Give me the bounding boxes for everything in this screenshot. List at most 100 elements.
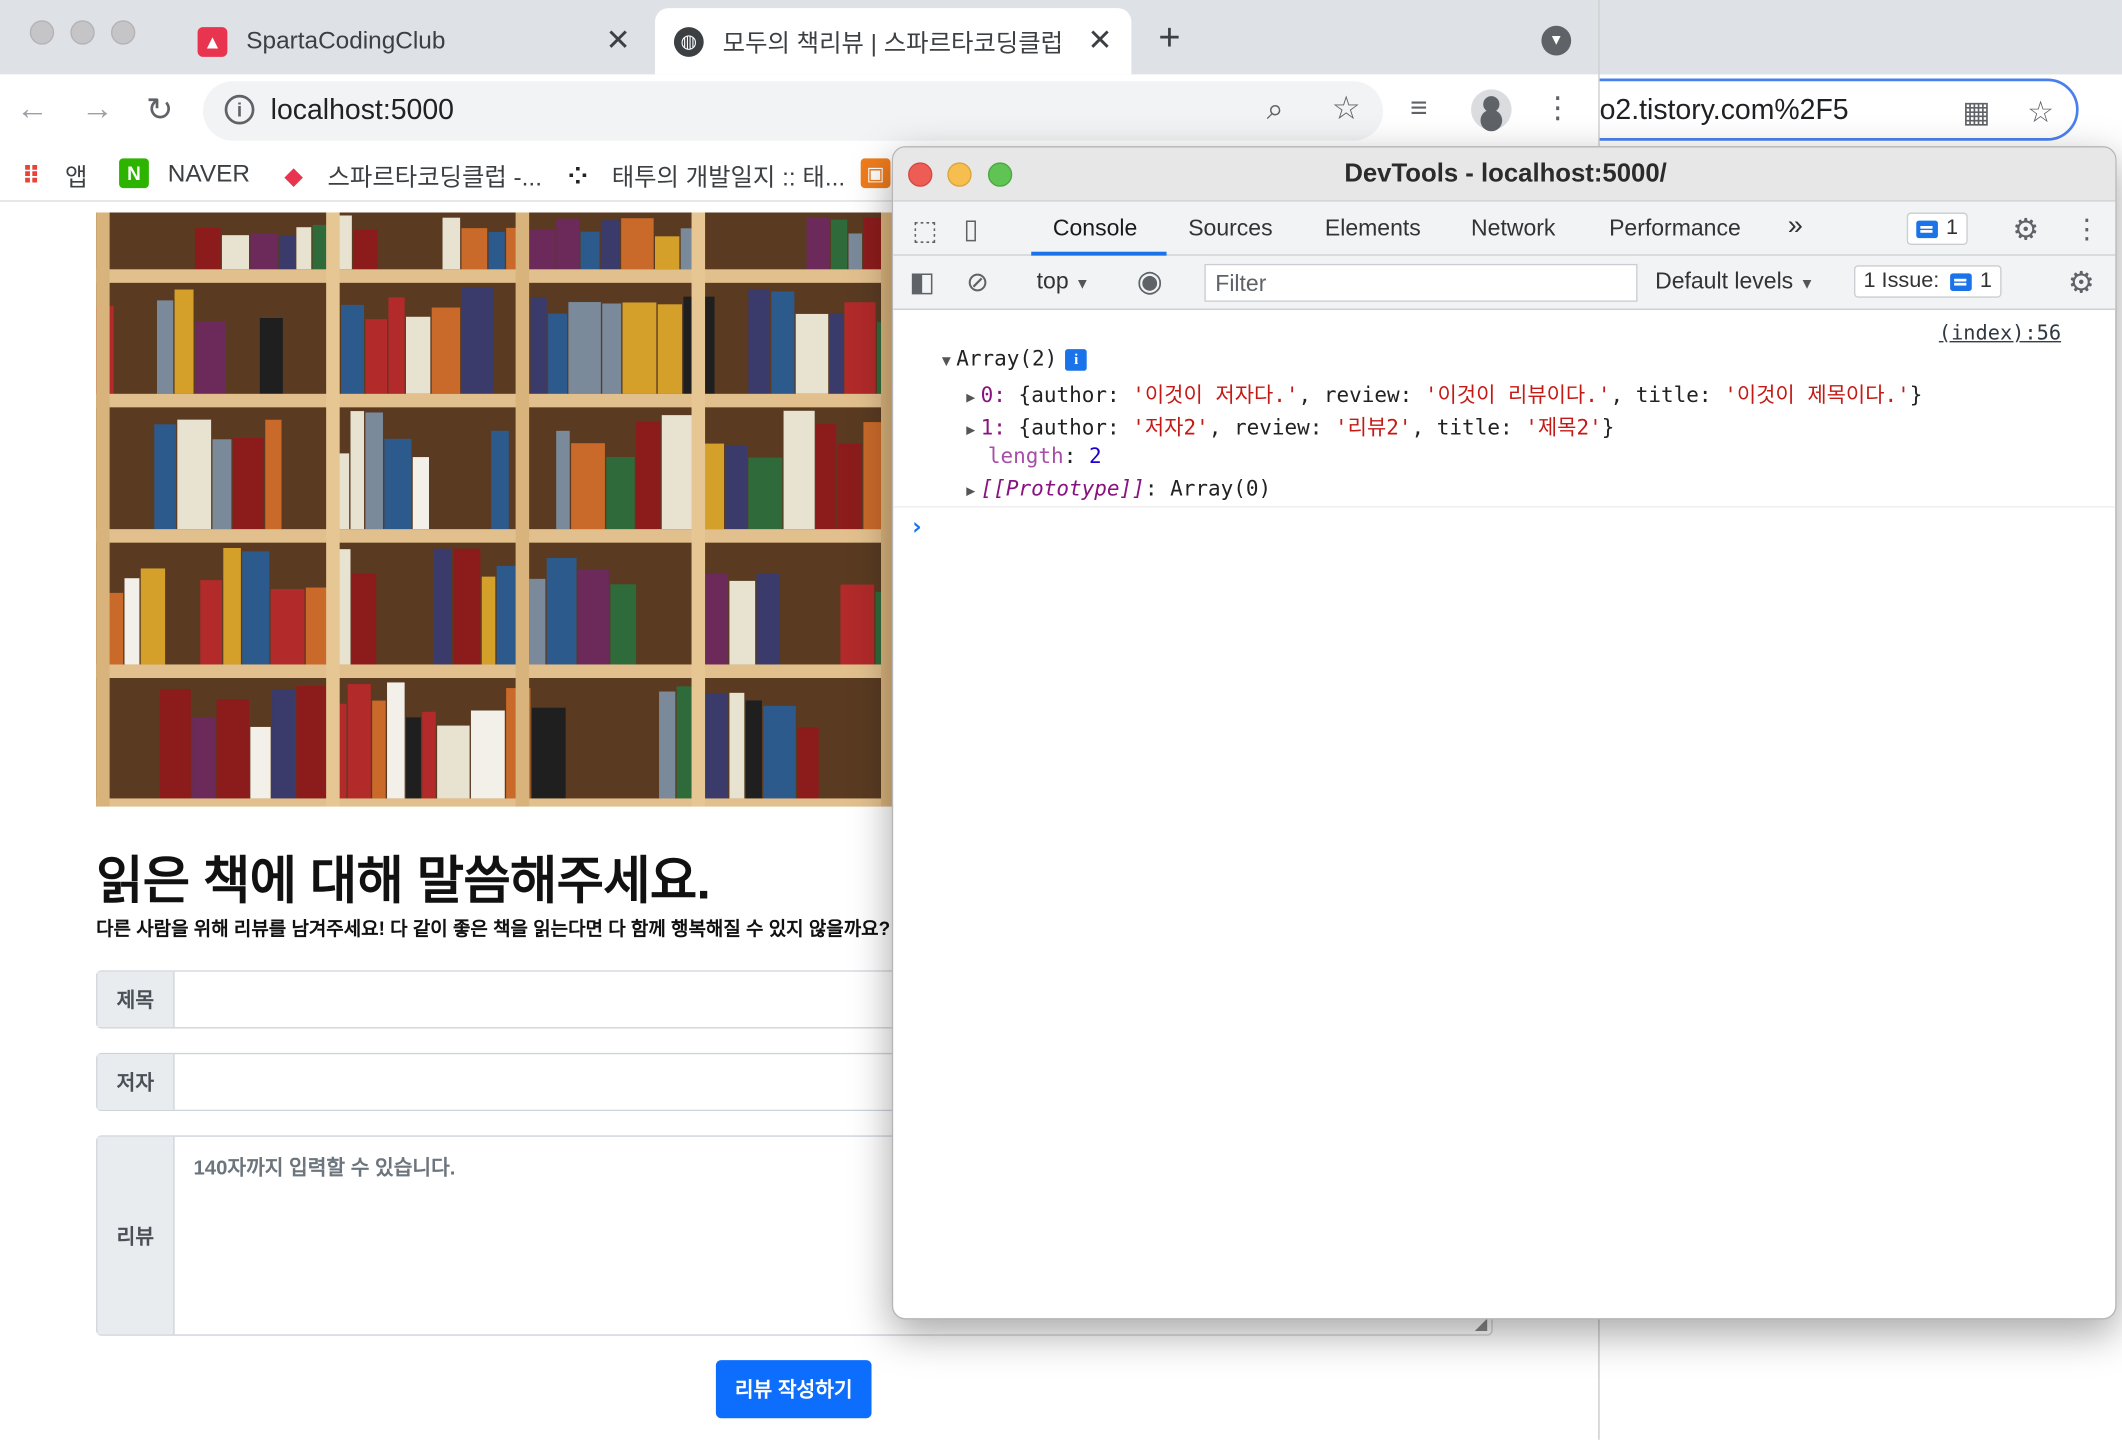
book-spine <box>461 287 494 394</box>
console-filter-input[interactable]: Filter <box>1204 263 1638 302</box>
submit-review-button[interactable]: 리뷰 작성하기 <box>715 1360 872 1419</box>
book-spine <box>795 313 829 394</box>
devtools-menu-icon[interactable]: ⋮ <box>2073 212 2100 246</box>
book-spine <box>437 725 470 799</box>
book-spine <box>748 457 783 530</box>
book-spine <box>265 419 282 530</box>
book-spine <box>745 700 762 799</box>
book-spine <box>606 456 635 530</box>
book-spine <box>242 551 270 665</box>
close-tab-icon[interactable]: ✕ <box>606 23 631 58</box>
profile-avatar[interactable] <box>1471 89 1512 130</box>
background-tab-strip <box>1599 0 2122 75</box>
bookmark-sparta[interactable]: ◆ 스파르타코딩클럽 -... <box>279 158 542 193</box>
bookmark-tistory[interactable]: ⁘ 태투의 개발일지 :: 태... <box>563 158 845 193</box>
console-prompt-icon[interactable]: › <box>909 513 924 541</box>
url-text[interactable]: localhost:5000 <box>271 95 454 127</box>
tab-elements[interactable]: Elements <box>1325 215 1421 242</box>
book-spine <box>140 568 166 665</box>
collapsed-triangle-icon[interactable]: ▶ <box>966 482 975 500</box>
background-address-bar[interactable]: o2.tistory.com%2F5 ▦ ☆ <box>1545 78 2079 141</box>
collapsed-triangle-icon[interactable]: ▶ <box>966 388 975 406</box>
book-spine <box>453 548 481 665</box>
zoom-window-button[interactable] <box>110 20 136 45</box>
book-spine <box>341 304 365 394</box>
author-value: '이것이 저자다.' <box>1132 382 1299 408</box>
page-subtitle: 다른 사람을 위해 리뷰를 남겨주세요! 다 같이 좋은 책을 읽는다면 다 함… <box>96 917 891 940</box>
array-item-row[interactable]: ▶ 0: {author: '이것이 저자다.', review: '이것이 리뷰… <box>966 379 1922 409</box>
book-spine <box>350 411 365 530</box>
site-info-icon[interactable]: i <box>224 94 255 125</box>
page-title: 읽은 책에 대해 말씀해주세요. <box>96 853 711 911</box>
book-spine <box>548 313 568 394</box>
tab-book-review[interactable]: ◍ 모두의 책리뷰 | 스파르타코딩클럽 ✕ <box>654 8 1132 75</box>
book-spine <box>622 302 657 394</box>
tab-console[interactable]: Console <box>1053 215 1137 242</box>
book-spine <box>405 717 421 799</box>
book-spine <box>422 711 436 799</box>
browser-menu-icon[interactable]: ⋮ <box>1543 91 1573 126</box>
forward-arrow-icon[interactable]: → <box>81 91 113 129</box>
console-settings-gear-icon[interactable]: ⚙ <box>2068 265 2095 300</box>
tab-sources[interactable]: Sources <box>1188 215 1272 242</box>
bookmark-naver[interactable]: N NAVER <box>119 158 250 189</box>
globe-icon: ◍ <box>673 26 704 57</box>
bookmark-apps[interactable]: ⠿ 앱 <box>16 158 88 193</box>
author-label: 저자 <box>97 1054 175 1110</box>
book-spine <box>568 302 601 394</box>
close-window-button[interactable] <box>29 20 55 45</box>
book-spine <box>461 228 488 270</box>
reading-list-icon[interactable]: ≡ <box>1410 91 1427 126</box>
shelf-divider <box>326 212 340 807</box>
sparta-logo-icon: ◆ <box>284 161 304 189</box>
book-spine <box>610 584 637 665</box>
context-selector[interactable]: top ▼ <box>1037 268 1090 295</box>
tab-sparta[interactable]: ▲ SpartaCodingClub ✕ <box>179 8 650 74</box>
array-header-row[interactable]: ▼ Array(2) i <box>942 346 1088 371</box>
array-item-row[interactable]: ▶ 1: {author: '저자2', review: '리뷰2', title… <box>966 411 1614 441</box>
book-spine <box>580 231 600 270</box>
bookmark-star-icon[interactable]: ☆ <box>2027 95 2054 130</box>
tab-performance[interactable]: Performance <box>1609 215 1741 242</box>
book-spine <box>442 217 461 270</box>
devtools-window: DevTools - localhost:5000/ ⬚ ▯ Console S… <box>891 146 2117 1320</box>
title-value: '제목2' <box>1525 415 1602 440</box>
issues-badge[interactable]: 1 Issue: 1 <box>1854 265 2002 298</box>
inspect-element-icon[interactable]: ⬚ <box>912 214 938 248</box>
back-arrow-icon[interactable]: ← <box>16 91 48 129</box>
new-tab-button[interactable]: + <box>1158 16 1180 59</box>
messages-badge[interactable]: 1 <box>1906 212 1968 245</box>
bookmark-label: NAVER <box>167 159 250 187</box>
clear-console-icon[interactable]: ⊘ <box>966 265 989 299</box>
settings-gear-icon[interactable]: ⚙ <box>2012 212 2039 247</box>
log-levels-dropdown[interactable]: Default levels ▼ <box>1655 268 1814 295</box>
close-tab-icon[interactable]: ✕ <box>1087 23 1112 58</box>
expanded-triangle-icon[interactable]: ▼ <box>942 352 951 370</box>
devtools-titlebar: DevTools - localhost:5000/ <box>893 147 2116 202</box>
book-spine <box>829 313 844 394</box>
sparta-favicon-icon: ▲ <box>197 26 228 57</box>
book-spine <box>270 589 305 665</box>
book-spine <box>657 304 683 394</box>
minimize-window-button[interactable] <box>70 20 95 45</box>
prototype-row[interactable]: ▶ [[Prototype]]: Array(0) <box>966 476 1271 500</box>
tab-network[interactable]: Network <box>1471 215 1555 242</box>
item-index: 1 <box>980 415 994 440</box>
bookmark-star-icon[interactable]: ☆ <box>1332 89 1361 128</box>
source-link[interactable]: (index):56 <box>1939 321 2061 345</box>
collapsed-triangle-icon[interactable]: ▶ <box>966 421 975 439</box>
book-spine <box>531 707 566 799</box>
more-tabs-icon[interactable]: » <box>1788 211 1803 242</box>
tab-search-icon[interactable]: ▼ <box>1541 25 1572 56</box>
message-count: 1 <box>1946 216 1959 240</box>
book-spine <box>783 410 815 530</box>
zoom-magnifier-icon[interactable]: ⌕ <box>1267 92 1284 127</box>
address-bar[interactable]: i localhost:5000 ⌕ ☆ <box>202 81 1384 141</box>
device-toolbar-icon[interactable]: ▯ <box>964 212 979 246</box>
reload-icon[interactable]: ↻ <box>146 91 173 130</box>
title-key: title <box>1436 415 1500 440</box>
qr-code-icon[interactable]: ▦ <box>1962 95 1990 130</box>
book-spine <box>156 300 174 394</box>
sidebar-toggle-icon[interactable]: ◧ <box>909 265 935 299</box>
live-expression-eye-icon[interactable]: ◉ <box>1137 264 1163 299</box>
